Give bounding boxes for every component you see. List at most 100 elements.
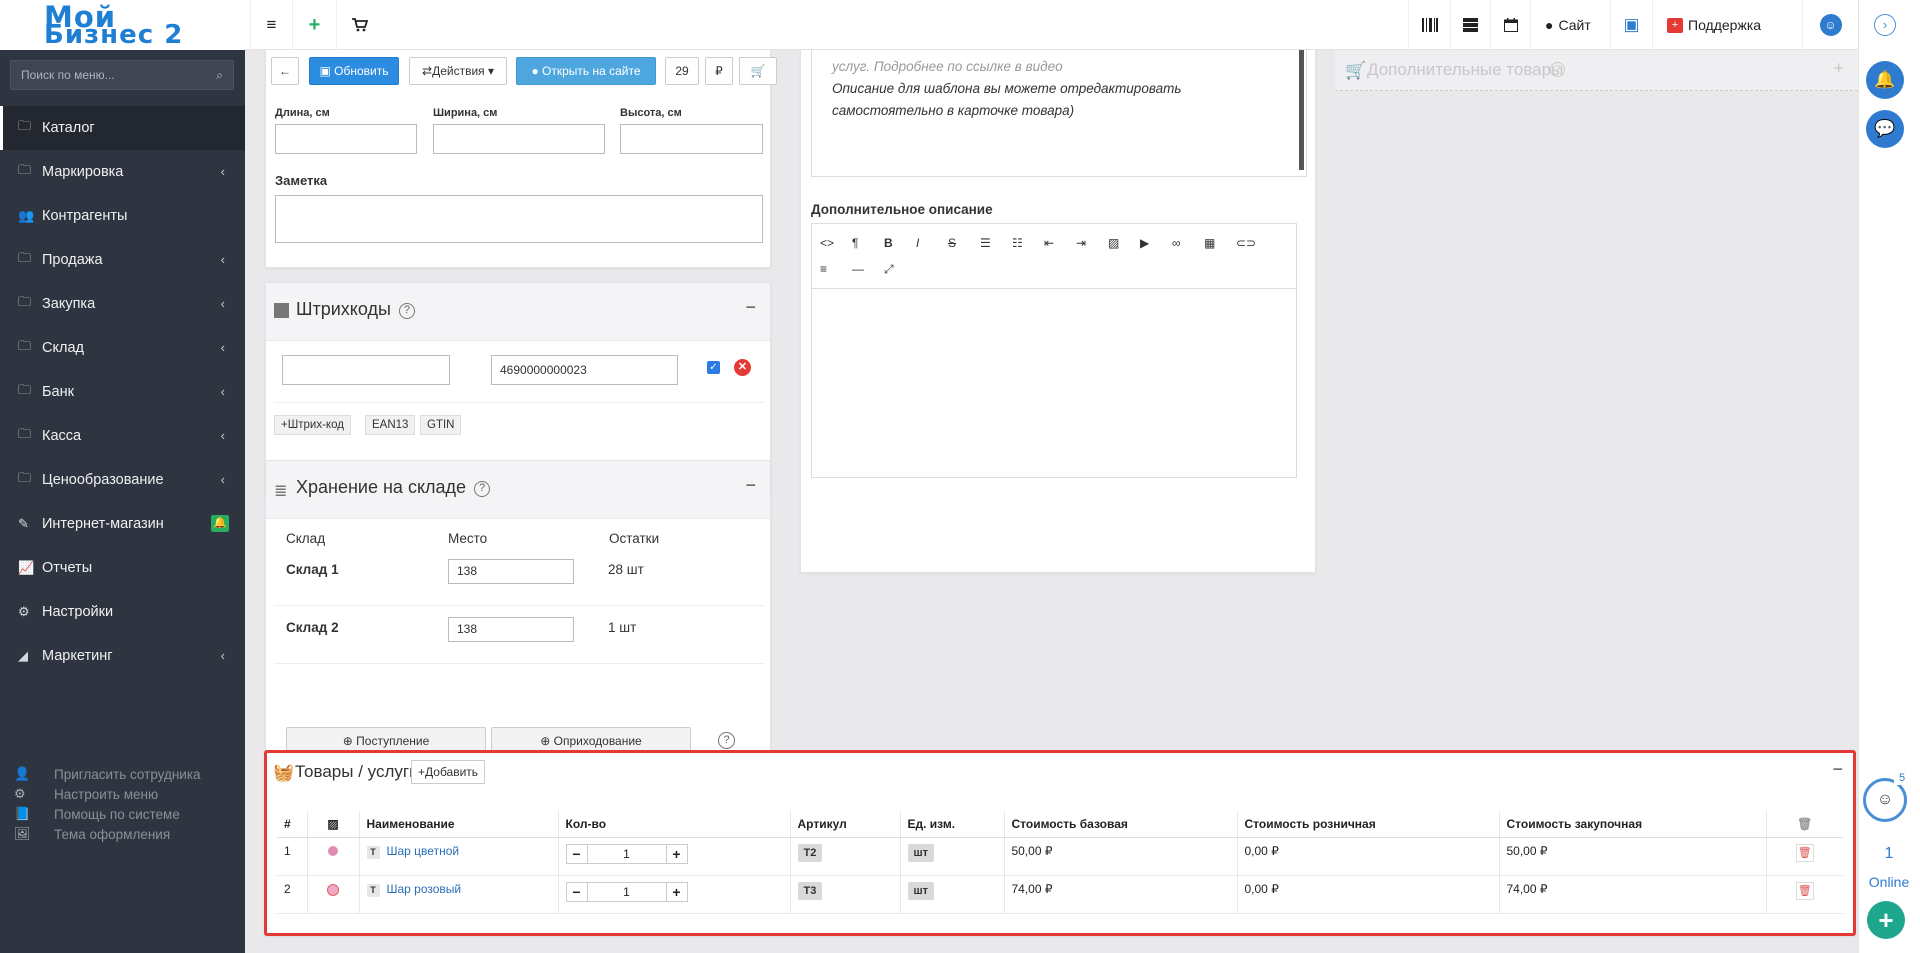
ordered-list-icon[interactable]: ☷ xyxy=(1012,230,1044,256)
barcode-value-input[interactable]: 4690000000023 xyxy=(491,355,678,385)
storage-row: Склад 2 138 1 шт xyxy=(274,607,764,664)
delete-barcode-icon[interactable]: ✕ xyxy=(734,359,751,376)
paragraph-icon[interactable]: ¶ xyxy=(852,230,884,256)
decrement-button[interactable]: − xyxy=(565,843,588,864)
currency-button[interactable]: ₽ xyxy=(705,57,733,85)
sidebar-item-purchase[interactable]: 🗀 Закупка ‹ xyxy=(0,282,245,326)
description-editor[interactable]: услуг. Подробнее по ссылке в видео Описа… xyxy=(811,50,1307,177)
server-icon[interactable] xyxy=(1450,0,1490,50)
italic-icon[interactable]: I xyxy=(916,230,948,256)
notifications-button[interactable]: 🔔 xyxy=(1866,61,1904,99)
help-icon[interactable]: ? xyxy=(1550,62,1565,77)
product-link[interactable]: Шар розовый xyxy=(387,882,462,896)
configure-menu-link[interactable]: ⚙ Настроить меню xyxy=(14,784,201,804)
sidebar-item-cash[interactable]: 🗀 Касса ‹ xyxy=(0,414,245,458)
decrement-button[interactable]: − xyxy=(565,881,588,902)
delete-row-button[interactable]: 🗑 xyxy=(1795,881,1814,900)
expand-icon[interactable]: + xyxy=(1833,58,1844,79)
width-input[interactable] xyxy=(433,124,605,154)
additional-description-editor[interactable]: <> ¶ B I S ☰ ☷ ⇤ ⇥ ▨ ▶ ∞ ▦ ⊂⊃ ≡ — ⤢ xyxy=(811,223,1297,478)
cart-icon[interactable] xyxy=(336,0,382,50)
help-icon[interactable]: ? xyxy=(398,303,415,319)
count-box[interactable]: 29 xyxy=(665,57,699,85)
image-icon[interactable]: ▨ xyxy=(1108,230,1140,256)
collapse-icon[interactable]: − xyxy=(745,475,756,496)
scrollbar[interactable] xyxy=(1299,50,1304,170)
sidebar-item-settings[interactable]: ⚙ Настройки xyxy=(0,590,245,634)
sidebar-item-contractors[interactable]: 👥 Контрагенты xyxy=(0,194,245,238)
product-link[interactable]: Шар цветной xyxy=(387,844,460,858)
quantity-input[interactable]: 1 xyxy=(587,881,666,902)
increment-button[interactable]: + xyxy=(665,881,688,902)
sidebar-item-catalog[interactable]: 🗀 Каталог xyxy=(0,106,245,150)
sidebar-item-marking[interactable]: 🗀 Маркировка ‹ xyxy=(0,150,245,194)
calendar-icon[interactable] xyxy=(1490,0,1530,50)
table-row: 1 Т Шар цветной −1 + Т2 шт 50,00 ₽ 0,00 ₽ … xyxy=(277,837,1843,876)
add-barcode-button[interactable]: +Штрих-код xyxy=(274,415,351,435)
back-button[interactable]: ← xyxy=(271,57,299,85)
open-site-button[interactable]: ● Открыть на сайте xyxy=(516,57,656,85)
title-text: Штрихкоды xyxy=(296,299,391,319)
chevron-right-icon[interactable]: › xyxy=(1874,14,1896,36)
sidebar-item-warehouse[interactable]: 🗀 Склад ‹ xyxy=(0,326,245,370)
help-link[interactable]: 📘 Помощь по системе xyxy=(14,804,201,824)
add-icon[interactable]: + xyxy=(292,0,336,50)
length-input[interactable] xyxy=(275,124,417,154)
barcode-icon[interactable] xyxy=(1408,0,1450,50)
description-line-0: услуг. Подробнее по ссылке в видео xyxy=(832,59,1063,74)
chat-button[interactable]: 💬 xyxy=(1866,110,1904,148)
height-input[interactable] xyxy=(620,124,763,154)
mobile-app-icon[interactable]: ▣ xyxy=(1610,0,1652,50)
barcode-checkbox[interactable]: ✓ xyxy=(707,361,720,374)
unordered-list-icon[interactable]: ☰ xyxy=(980,230,1012,256)
theme-link[interactable]: 🖼 Тема оформления xyxy=(14,824,201,844)
ean13-button[interactable]: EAN13 xyxy=(365,415,416,435)
hyperlink-icon[interactable]: ⊂⊃ xyxy=(1236,230,1268,256)
collapse-icon[interactable]: − xyxy=(1832,759,1843,780)
menu-toggle-icon[interactable]: ≡ xyxy=(250,0,292,50)
actions-dropdown[interactable]: ⇄Действия ▾ xyxy=(409,57,507,85)
sidebar-item-marketing[interactable]: ◢ Маркетинг ‹ xyxy=(0,634,245,678)
video-icon[interactable]: ▶ xyxy=(1140,230,1172,256)
product-thumbnail[interactable] xyxy=(307,837,360,876)
article-cell: Т3 xyxy=(790,875,901,914)
sidebar-item-sales[interactable]: 🗀 Продажа ‹ xyxy=(0,238,245,282)
sidebar-item-pricing[interactable]: 🗀 Ценообразование ‹ xyxy=(0,458,245,502)
menu-search-input[interactable]: Поиск по меню... ⌕ xyxy=(10,60,234,90)
outdent-icon[interactable]: ⇤ xyxy=(1044,230,1076,256)
help-icon[interactable]: ? xyxy=(718,732,735,749)
user-avatar[interactable]: ☺ xyxy=(1802,0,1858,50)
code-view-icon[interactable]: <> xyxy=(820,230,852,256)
invite-employee-link[interactable]: 👤 Пригласить сотрудника xyxy=(14,764,201,784)
collapse-icon[interactable]: − xyxy=(745,297,756,318)
indent-icon[interactable]: ⇥ xyxy=(1076,230,1108,256)
place-input[interactable]: 138 xyxy=(448,617,574,642)
note-textarea[interactable] xyxy=(275,195,763,243)
help-icon[interactable]: ? xyxy=(474,481,491,497)
link-icon[interactable]: ∞ xyxy=(1172,230,1204,256)
quick-add-button[interactable]: + xyxy=(1867,901,1905,939)
barcode-type-input[interactable] xyxy=(282,355,450,385)
site-link[interactable]: ● Сайт xyxy=(1530,0,1610,50)
gtin-button[interactable]: GTIN xyxy=(420,415,462,435)
cart-button[interactable]: 🛒 xyxy=(739,57,777,85)
table-icon[interactable]: ▦ xyxy=(1204,230,1236,256)
horizontal-rule-icon[interactable]: — xyxy=(852,256,884,282)
delete-row-button[interactable]: 🗑 xyxy=(1795,843,1814,862)
bold-icon[interactable]: B xyxy=(884,230,916,256)
logo[interactable]: Мой Бизнес 2 xyxy=(0,0,245,50)
sidebar-item-reports[interactable]: 📈 Отчеты xyxy=(0,546,245,590)
align-icon[interactable]: ≡ xyxy=(820,256,852,282)
support-link[interactable]: + Поддержка xyxy=(1652,0,1802,50)
sidebar-item-online-store[interactable]: ✎ Интернет-магазин 🔔 xyxy=(0,502,245,546)
add-goods-button[interactable]: +Добавить xyxy=(411,760,486,784)
product-thumbnail[interactable] xyxy=(307,875,360,914)
refresh-label: Обновить xyxy=(334,64,389,78)
quantity-input[interactable]: 1 xyxy=(587,843,666,864)
fullscreen-icon[interactable]: ⤢ xyxy=(884,256,916,282)
refresh-button[interactable]: ▣ Обновить xyxy=(309,57,399,85)
increment-button[interactable]: + xyxy=(665,843,688,864)
strikethrough-icon[interactable]: S xyxy=(948,230,980,256)
place-input[interactable]: 138 xyxy=(448,559,574,584)
sidebar-item-bank[interactable]: 🗀 Банк ‹ xyxy=(0,370,245,414)
